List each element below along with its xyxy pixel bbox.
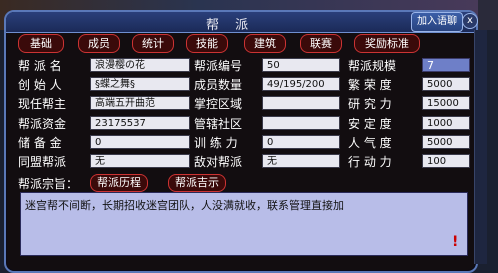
leader-label: 现任帮主: [18, 97, 67, 111]
prosperity-label: 繁 荣 度: [348, 78, 392, 92]
tab-members[interactable]: 成员: [78, 34, 120, 53]
guild-scale-label: 帮派规模: [348, 59, 397, 73]
controlled-area-label: 掌控区域: [194, 97, 243, 111]
funds-field: 23175537: [90, 116, 190, 130]
guild-id-label: 帮派编号: [194, 59, 243, 73]
background-decoration: [478, 0, 498, 30]
founder-label: 创 始 人: [18, 78, 62, 92]
tab-league[interactable]: 联赛: [300, 34, 342, 53]
enemy-guild-label: 敌对帮派: [194, 155, 243, 169]
allied-guild-label: 同盟帮派: [18, 155, 67, 169]
window-title: 帮 派: [206, 18, 255, 33]
stability-field: 1000: [422, 116, 470, 130]
join-voice-chat-button[interactable]: 加入语聊: [411, 12, 463, 32]
allied-guild-field: 无: [90, 154, 190, 168]
scrollbar[interactable]: [474, 30, 487, 264]
motto-label: 帮派宗旨：: [18, 177, 79, 191]
founder-field: §蝶之舞§: [90, 77, 190, 91]
prosperity-field: 5000: [422, 77, 470, 91]
guild-name-field: 浪漫樱の花: [90, 58, 190, 72]
motto-text: 迷宫帮不间断，长期招收迷宫团队，人没满就收，联系管理直接加: [25, 199, 344, 212]
research-label: 研 究 力: [348, 97, 392, 111]
stability-label: 安 定 度: [348, 117, 392, 131]
action-points-label: 行 动 力: [348, 155, 392, 169]
training-field: 0: [262, 135, 340, 149]
reserve-field: 0: [90, 135, 190, 149]
tab-statistics[interactable]: 统计: [132, 34, 174, 53]
tab-reward-standard[interactable]: 奖励标准: [354, 34, 420, 53]
research-field: 15000: [422, 96, 470, 110]
guild-motto-textarea[interactable]: 迷宫帮不间断，长期招收迷宫团队，人没满就收，联系管理直接加: [20, 192, 468, 256]
action-points-field: 100: [422, 154, 470, 168]
popularity-field: 5000: [422, 135, 470, 149]
guild-name-label: 帮 派 名: [18, 59, 62, 73]
community-field: [262, 116, 340, 130]
tab-skills[interactable]: 技能: [186, 34, 228, 53]
tab-basic[interactable]: 基础: [18, 34, 64, 53]
guild-notice-button[interactable]: 帮派吉示: [168, 174, 226, 192]
reserve-label: 储 备 金: [18, 136, 62, 150]
guild-history-button[interactable]: 帮派历程: [90, 174, 148, 192]
leader-field: 高端五开曲范: [90, 96, 190, 110]
enemy-guild-field: 无: [262, 154, 340, 168]
controlled-area-field: [262, 96, 340, 110]
alert-icon: !: [452, 234, 459, 250]
training-label: 训 练 力: [194, 136, 238, 150]
member-count-field: 49/195/200: [262, 77, 340, 91]
funds-label: 帮派资金: [18, 117, 67, 131]
title-bar[interactable]: 帮 派 加入语聊 x: [6, 12, 478, 33]
tab-buildings[interactable]: 建筑: [244, 34, 286, 53]
community-label: 管辖社区: [194, 117, 243, 131]
guild-window: 帮 派 加入语聊 x 基础 成员 统计 技能 建筑 联赛 奖励标准 帮 派 名 …: [4, 10, 478, 273]
popularity-label: 人 气 度: [348, 136, 392, 150]
guild-id-field: 50: [262, 58, 340, 72]
guild-scale-field: 7: [422, 58, 470, 72]
member-count-label: 成员数量: [194, 78, 243, 92]
close-icon[interactable]: x: [462, 13, 478, 29]
